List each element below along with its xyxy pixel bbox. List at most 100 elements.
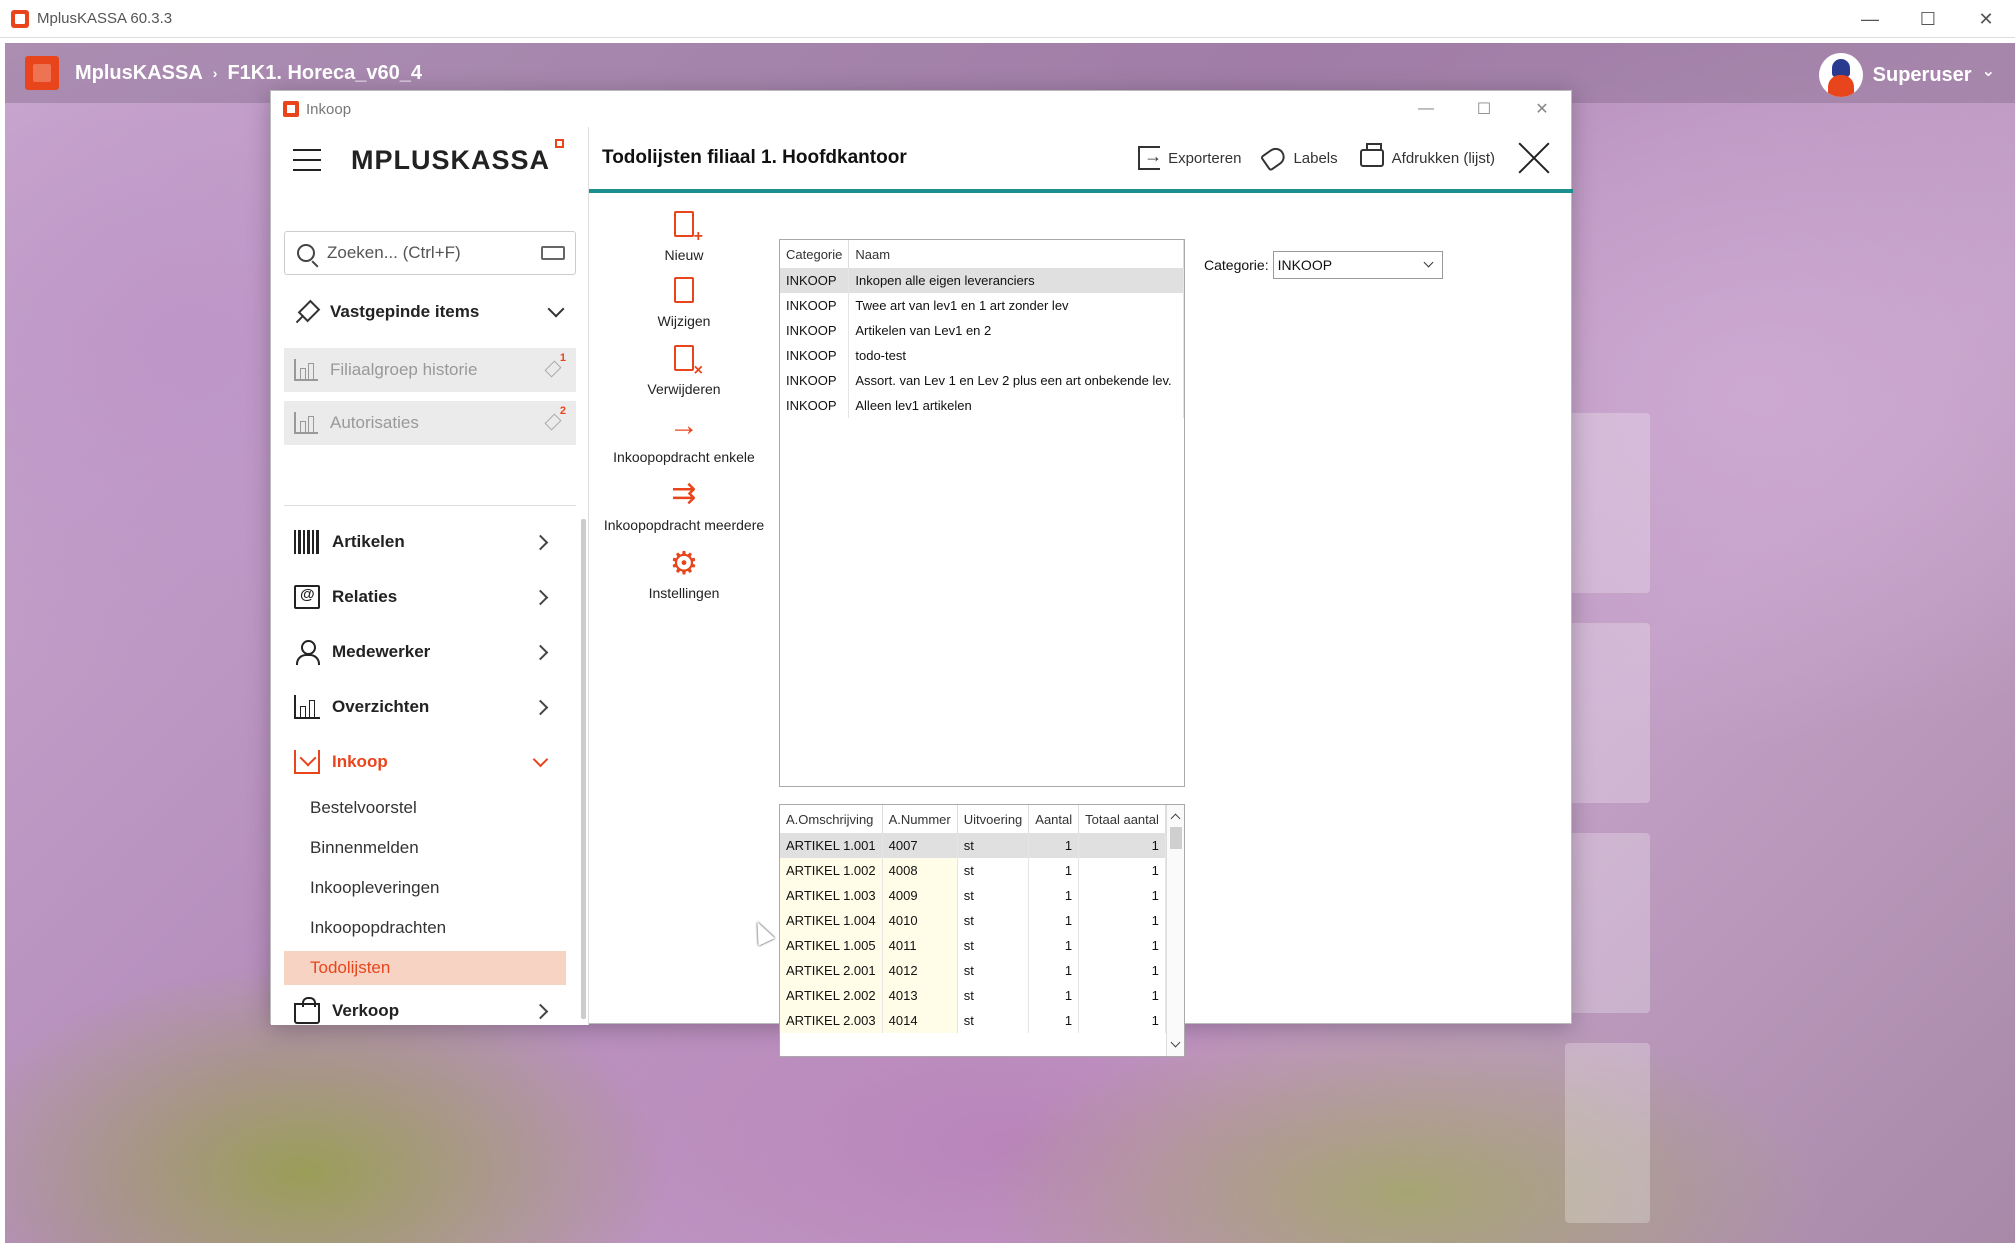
todo-table: Categorie Naam INKOOP Inkopen alle eigen… [780,240,1184,418]
scroll-up-icon[interactable] [1170,813,1181,824]
cell-aantal: 1 [1028,883,1080,908]
column-header-categorie[interactable]: Categorie [780,240,850,268]
maximize-button[interactable]: ☐ [1899,0,1957,38]
sidebar-item-label: Overzichten [332,697,430,716]
table-row[interactable]: INKOOP Assort. van Lev 1 en Lev 2 plus e… [780,368,1184,393]
order-single-button[interactable]: → Inkoopopdracht enkele [589,409,779,473]
chevron-down-icon [532,751,549,767]
sidebar-item-artikelen[interactable]: Artikelen [284,520,576,564]
unpin-icon[interactable]: 2 [542,405,566,433]
cell-uitvoering: st [957,983,1030,1008]
sidebar-item-medewerker[interactable]: Medewerker [284,630,576,674]
pinned-items-header[interactable]: Vastgepinde items [284,291,576,333]
sidebar-subitem-bestelvoorstel[interactable]: Bestelvoorstel [284,791,566,825]
sidebar-item-inkoop[interactable]: Inkoop [284,740,576,784]
sidebar-subitem-binnenmelden[interactable]: Binnenmelden [284,831,566,865]
table-row[interactable]: INKOOP todo-test [780,343,1184,368]
table-row[interactable]: INKOOP Alleen lev1 artikelen [780,393,1184,418]
sidebar-subitem-inkoopleveringen[interactable]: Inkoopleveringen [284,871,566,905]
bag-icon [294,997,320,1024]
table-row[interactable]: ARTIKEL 2.003 4014 st 1 1 [780,1008,1166,1033]
keyboard-icon[interactable] [541,246,565,260]
sidebar-item-overzichten[interactable]: Overzichten [284,685,576,729]
column-header-totaal-aantal[interactable]: Totaal aantal [1078,805,1166,833]
cell-naam: Assort. van Lev 1 en Lev 2 plus een art … [848,368,1184,393]
pinned-item-filiaalgroep-historie[interactable]: Filiaalgroep historie 1 [284,348,576,392]
sidebar-item-label: Inkoop [332,752,388,771]
order-single-label: Inkoopopdracht enkele [613,449,755,465]
sidebar-subitem-todolijsten[interactable]: Todolijsten [284,951,566,985]
export-button[interactable]: Exporteren [1138,146,1241,170]
sidebar-scrollbar[interactable] [581,519,586,1019]
unpin-icon[interactable]: 1 [542,352,566,380]
cell-totaal-aantal: 1 [1078,833,1166,858]
table-row[interactable]: INKOOP Inkopen alle eigen leveranciers [780,268,1184,293]
sidebar-item-label: Relaties [332,587,398,606]
sidebar-subitem-inkoopopdrachten[interactable]: Inkoopopdrachten [284,911,566,945]
category-select[interactable]: INKOOP [1272,251,1443,279]
cell-nummer: 4009 [882,883,958,908]
os-window-title: MplusKASSA 60.3.3 [37,10,173,27]
table-row[interactable]: ARTIKEL 1.005 4011 st 1 1 [780,933,1166,958]
cell-aantal: 1 [1028,908,1080,933]
pinned-item-autorisaties[interactable]: Autorisaties 2 [284,401,576,445]
table-row[interactable]: ARTIKEL 1.003 4009 st 1 1 [780,883,1166,908]
table-row[interactable]: ARTIKEL 1.004 4010 st 1 1 [780,908,1166,933]
table-row[interactable]: ARTIKEL 2.001 4012 st 1 1 [780,958,1166,983]
column-header-aantal[interactable]: Aantal [1028,805,1080,833]
window-minimize-button[interactable]: — [1397,91,1455,127]
table-row[interactable]: ARTIKEL 2.002 4013 st 1 1 [780,983,1166,1008]
cell-aantal: 1 [1028,858,1080,883]
window-close-button[interactable]: ✕ [1513,91,1571,127]
close-button[interactable]: ✕ [1957,0,2015,38]
table-row[interactable]: INKOOP Artikelen van Lev1 en 2 [780,318,1184,343]
sidebar-item-relaties[interactable]: Relaties [284,575,576,619]
settings-button[interactable]: ⚙ Instellingen [589,545,779,609]
order-multi-button[interactable]: ⇉ Inkoopopdracht meerdere [589,477,779,541]
cell-omschrijving: ARTIKEL 2.003 [780,1008,883,1033]
page-title: Todolijsten filiaal 1. Hoofdkantoor [602,147,907,168]
new-button[interactable]: + Nieuw [589,207,779,271]
print-button[interactable]: Afdrukken (lijst) [1359,143,1495,167]
chevron-down-icon [547,300,565,318]
table-row[interactable]: ARTIKEL 1.002 4008 st 1 1 [780,858,1166,883]
window-maximize-button[interactable]: ☐ [1455,91,1513,127]
category-filter: Categorie: INKOOP [1204,251,1443,279]
breadcrumb-app[interactable]: MplusKASSA [75,62,203,85]
cell-nummer: 4008 [882,858,958,883]
column-header-omschrijving[interactable]: A.Omschrijving [780,805,883,833]
breadcrumb-branch[interactable]: F1K1. Horeca_v60_4 [227,62,422,85]
close-icon[interactable] [1517,141,1551,175]
avatar [1818,53,1863,97]
os-window-controls: — ☐ ✕ [1841,0,2015,38]
table-row[interactable]: INKOOP Twee art van lev1 en 1 art zonder… [780,293,1184,318]
search-input[interactable] [327,243,527,263]
column-header-uitvoering[interactable]: Uitvoering [957,805,1030,833]
delete-document-icon: × [667,341,703,379]
delete-button[interactable]: × Verwijderen [589,341,779,405]
contacts-icon [294,585,320,609]
column-header-nummer[interactable]: A.Nummer [882,805,958,833]
tag-icon [1260,144,1289,172]
search-box[interactable] [284,231,576,275]
edit-button[interactable]: Wijzigen [589,273,779,337]
scroll-down-icon[interactable] [1170,1037,1181,1048]
scroll-thumb[interactable] [1170,827,1182,849]
hamburger-menu-icon[interactable] [293,149,321,171]
cell-aantal: 1 [1028,983,1080,1008]
user-menu[interactable]: Superuser ⌄ [1818,53,1995,97]
labels-button[interactable]: Labels [1260,144,1338,172]
pinned-item-label: Autorisaties [330,413,419,432]
column-header-naam[interactable]: Naam [848,240,1184,268]
cell-omschrijving: ARTIKEL 1.003 [780,883,883,908]
table-row[interactable]: ARTIKEL 1.001 4007 st 1 1 [780,833,1166,858]
cell-totaal-aantal: 1 [1078,958,1166,983]
cell-aantal: 1 [1028,833,1080,858]
brand-text: MPLUSKASSA [351,144,551,175]
pinned-item-label: Filiaalgroep historie [330,360,478,379]
cell-aantal: 1 [1028,933,1080,958]
minimize-button[interactable]: — [1841,0,1899,38]
category-label: Categorie: [1204,257,1269,273]
sidebar-item-verkoop[interactable]: Verkoop [284,997,576,1025]
items-scrollbar[interactable] [1166,805,1184,1056]
